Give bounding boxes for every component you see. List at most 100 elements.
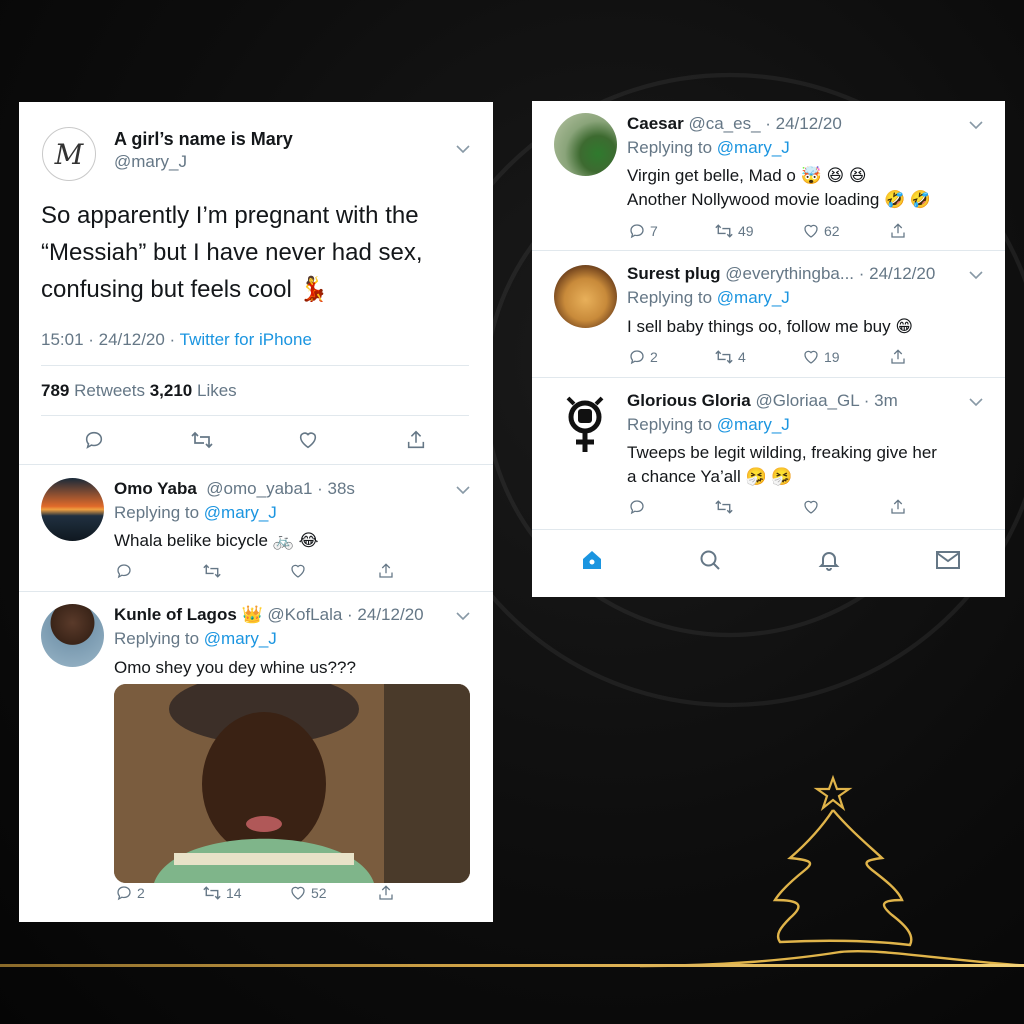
share-icon [379,885,393,900]
user-handle[interactable]: @omo_yaba1 · 38s [206,479,355,498]
likes-count[interactable]: 3,210 [150,381,193,400]
retweet-icon [191,431,213,449]
retweet-button[interactable] [202,562,222,580]
heart-icon [291,564,305,578]
avatar[interactable] [41,604,104,667]
chevron-down-icon[interactable] [969,270,983,280]
retweet-button[interactable]: 49 [714,222,754,240]
like-button[interactable]: 62 [802,222,840,240]
user-handle[interactable]: @ca_es_ · 24/12/20 [688,114,841,133]
reply-icon [630,350,644,365]
reply-author[interactable]: Caesar @ca_es_ · 24/12/20 [627,114,842,134]
retweets-label[interactable]: Retweets [74,381,145,400]
reply-button[interactable]: 2 [628,348,658,366]
avatar[interactable] [554,265,617,328]
left-tweet-card: M A girl’s name is Mary @mary_J So appar… [19,102,493,922]
replying-to: Replying to @mary_J [627,415,790,435]
tweet-stats: 789 Retweets 3,210 Likes [41,381,237,401]
reply-tweet[interactable]: Omo Yaba @omo_yaba1 · 38s Replying to @m… [19,465,493,592]
like-button[interactable]: 19 [802,348,840,366]
like-button[interactable] [297,429,319,451]
chevron-down-icon[interactable] [969,397,983,407]
reply-text-line: a chance Ya’all 🤧 🤧 [627,467,793,486]
display-name[interactable]: Surest plug [627,264,721,283]
replying-to-link[interactable]: @mary_J [717,415,790,434]
replying-to-link[interactable]: @mary_J [204,503,277,522]
share-button[interactable] [889,498,907,516]
display-name[interactable]: Glorious Gloria [627,391,751,410]
like-button[interactable] [802,498,820,516]
divider [41,415,469,416]
reply-icon [630,224,644,239]
replying-to-link[interactable]: @mary_J [717,138,790,157]
share-icon [379,563,393,578]
reply-media-image[interactable] [114,684,470,883]
retweet-button[interactable]: 14 [202,884,242,902]
chevron-down-icon[interactable] [456,611,470,621]
reply-tweet[interactable]: Caesar @ca_es_ · 24/12/20 Replying to @m… [532,101,1005,251]
retweet-button[interactable] [190,429,214,451]
reply-count: 2 [650,349,658,365]
like-button[interactable] [289,562,307,580]
chevron-down-icon[interactable] [456,485,470,495]
retweet-icon [203,886,221,900]
replying-to: Replying to @mary_J [627,288,790,308]
right-tweet-card: Caesar @ca_es_ · 24/12/20 Replying to @m… [532,101,1005,597]
share-button[interactable] [377,562,395,580]
reply-author[interactable]: Omo Yaba @omo_yaba1 · 38s [114,479,355,499]
avatar[interactable] [554,392,617,455]
reply-button[interactable] [628,498,646,516]
share-icon [891,499,905,514]
bell-icon[interactable] [817,548,841,572]
avatar[interactable] [41,478,104,541]
replying-to: Replying to @mary_J [114,629,277,649]
reply-button[interactable]: 7 [628,222,658,240]
like-button[interactable]: 52 [289,884,327,902]
user-handle[interactable]: @everythingba... · 24/12/20 [725,264,935,283]
chevron-down-icon[interactable] [456,144,470,154]
retweet-button[interactable]: 4 [714,348,746,366]
tweet-source-link[interactable]: Twitter for iPhone [180,330,312,349]
reply-button[interactable]: 2 [115,884,145,902]
share-button[interactable] [405,429,427,451]
reply-text-line: Tweeps be legit wilding, freaking give h… [627,443,937,462]
retweets-count[interactable]: 789 [41,381,69,400]
tweet-meta: 15:01 · 24/12/20 · Twitter for iPhone [41,330,312,350]
reply-button[interactable] [83,429,105,451]
heart-icon [291,886,305,900]
mail-icon[interactable] [935,548,961,572]
home-icon[interactable] [580,548,604,572]
display-name[interactable]: Caesar [627,114,684,133]
reply-icon [85,431,103,449]
reply-author[interactable]: Surest plug @everythingba... · 24/12/20 [627,264,935,284]
retweet-button[interactable] [714,498,734,516]
user-handle[interactable]: @KofLala · 24/12/20 [267,605,423,624]
share-icon [891,223,905,238]
replying-to-link[interactable]: @mary_J [204,629,277,648]
share-button[interactable] [889,222,907,240]
display-name[interactable]: Kunle of Lagos 👑 [114,605,263,624]
tweet-time: 15:01 · 24/12/20 · [41,330,180,349]
reply-text-line: Another Nollywood movie loading 🤣 🤣 [627,190,932,209]
avatar[interactable] [554,113,617,176]
reply-author[interactable]: Kunle of Lagos 👑 @KofLala · 24/12/20 [114,605,424,625]
reply-author[interactable]: Glorious Gloria @Gloriaa_GL · 3m [627,391,898,411]
replying-label: Replying to [627,288,717,307]
display-name[interactable]: A girl’s name is Mary [114,129,293,150]
user-handle[interactable]: @mary_J [114,152,187,172]
user-handle[interactable]: @Gloriaa_GL · 3m [755,391,897,410]
likes-label[interactable]: Likes [197,381,237,400]
reply-tweet[interactable]: Surest plug @everythingba... · 24/12/20 … [532,251,1005,378]
display-name[interactable]: Omo Yaba [114,479,197,498]
reply-tweet[interactable]: Glorious Gloria @Gloriaa_GL · 3m Replyin… [532,378,1005,529]
search-icon[interactable] [698,548,722,572]
reply-icon [117,886,131,901]
share-button[interactable] [377,884,395,902]
like-count: 52 [311,885,327,901]
share-button[interactable] [889,348,907,366]
share-icon [891,349,905,364]
replying-to-link[interactable]: @mary_J [717,288,790,307]
reply-button[interactable] [115,562,133,580]
avatar[interactable]: M [42,127,96,181]
chevron-down-icon[interactable] [969,120,983,130]
